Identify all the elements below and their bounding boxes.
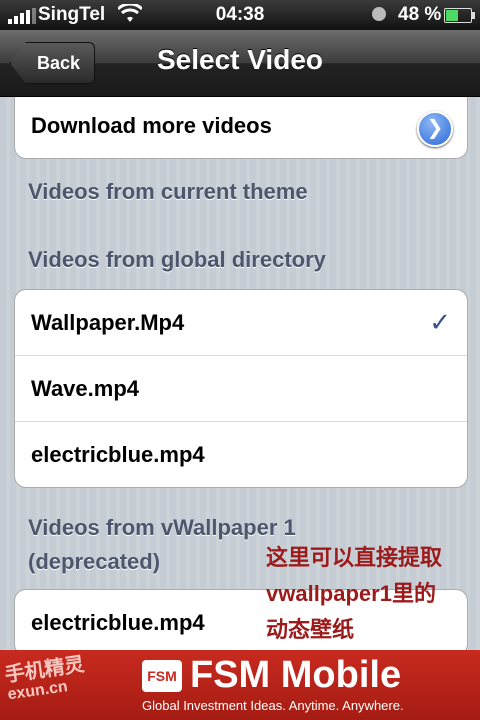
status-bar: SingTel 04:38 48 % xyxy=(0,0,480,30)
navigation-bar: Back Select Video xyxy=(0,30,480,97)
section-header-line-1: Videos from vWallpaper 1 xyxy=(28,515,296,540)
annotation-line-3: 动态壁纸 xyxy=(266,617,355,642)
ad-banner[interactable]: 手机精灵 exun.cn FSM FSM Mobile Global Inves… xyxy=(0,650,480,720)
video-item-electricblue[interactable]: electricblue.mp4 xyxy=(15,422,467,487)
alarm-clock-icon xyxy=(372,7,386,21)
download-more-videos-cell[interactable]: Download more videos ❯ xyxy=(15,97,467,158)
section-header-current-theme: Videos from current theme xyxy=(28,179,308,204)
cell-label: electricblue.mp4 xyxy=(31,610,205,635)
banner-tagline: Global Investment Ideas. Anytime. Anywhe… xyxy=(142,698,404,713)
section-header-vwallpaper: Videos from vWallpaper 1 (deprecated) xyxy=(28,511,296,579)
cell-label: Download more videos xyxy=(31,113,272,138)
section-header-line-2: (deprecated) xyxy=(28,549,161,574)
section-header-global-directory: Videos from global directory xyxy=(28,247,326,272)
banner-brand: FSM Mobile xyxy=(190,654,402,696)
global-videos-group: Wallpaper.Mp4 ✓ Wave.mp4 electricblue.mp… xyxy=(14,289,468,488)
cell-label: Wave.mp4 xyxy=(31,376,140,401)
video-item-wallpaper[interactable]: Wallpaper.Mp4 ✓ xyxy=(15,290,467,356)
video-item-wave[interactable]: Wave.mp4 xyxy=(15,356,467,422)
battery-percent: 48 % xyxy=(398,4,442,25)
battery-icon xyxy=(444,8,475,23)
fsm-logo-icon: FSM xyxy=(142,660,182,692)
download-group: Download more videos ❯ xyxy=(14,97,468,159)
annotation-line-2: vwallpaper1里的 xyxy=(266,581,436,606)
cell-label: electricblue.mp4 xyxy=(31,442,205,467)
watermark-logo: 手机精灵 exun.cn xyxy=(3,653,86,704)
checkmark-icon: ✓ xyxy=(429,307,451,337)
annotation-text: 这里可以直接提取 vwallpaper1里的 动态壁纸 xyxy=(266,540,476,648)
page-title: Select Video xyxy=(156,44,323,75)
chevron-right-icon[interactable]: ❯ xyxy=(417,111,453,147)
cell-label: Wallpaper.Mp4 xyxy=(31,310,185,335)
annotation-line-1: 这里可以直接提取 xyxy=(266,545,443,570)
